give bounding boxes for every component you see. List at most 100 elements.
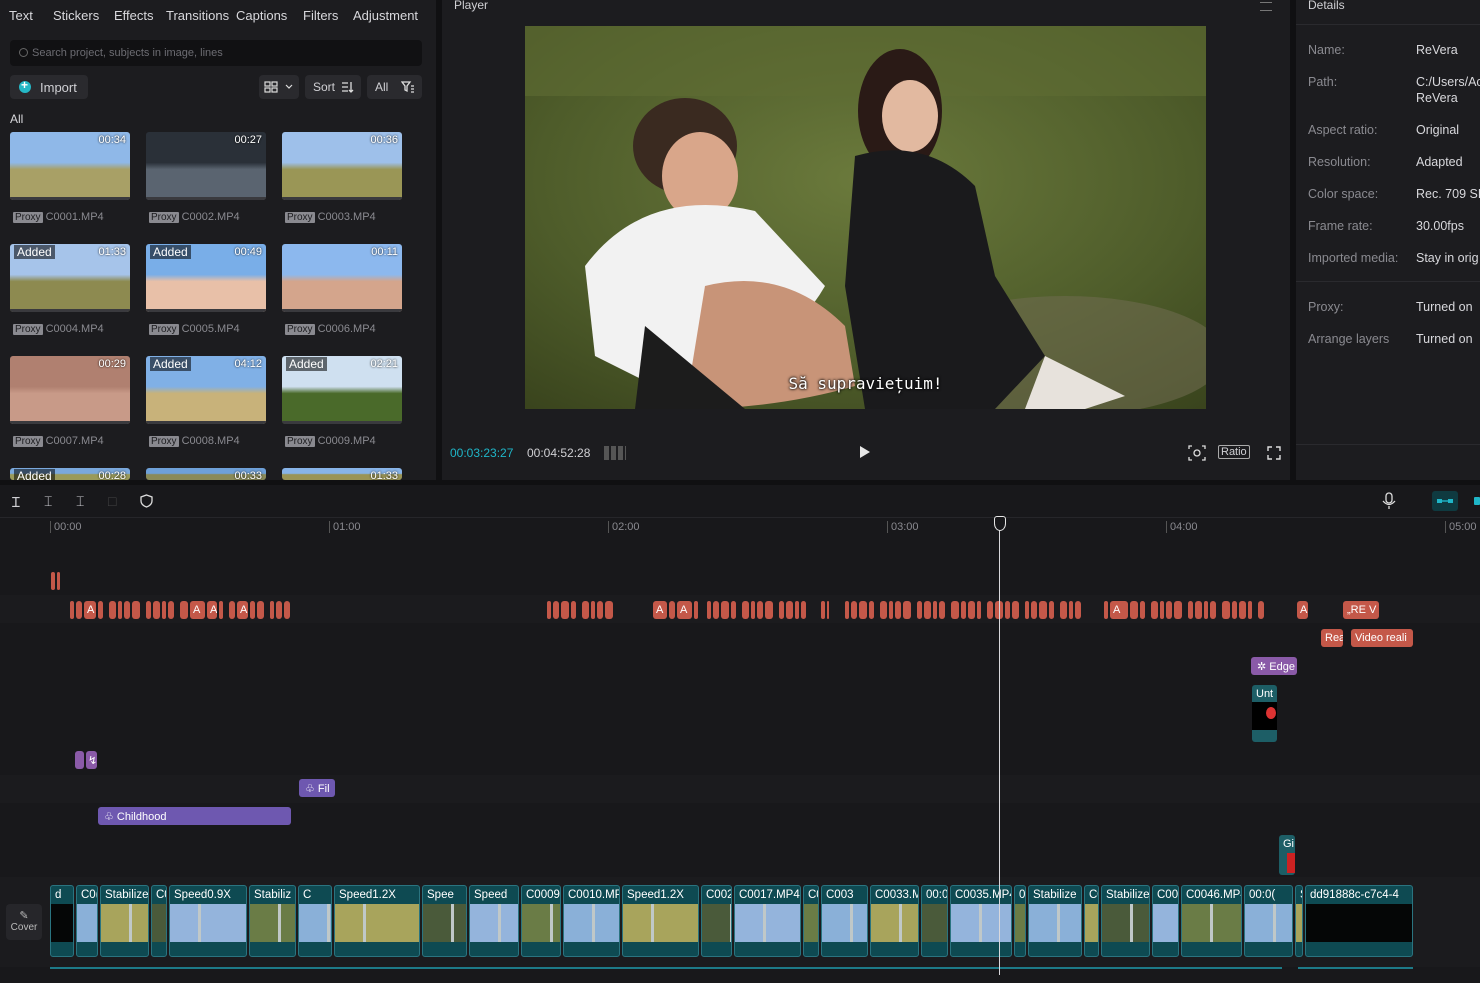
text-clip[interactable]	[132, 601, 140, 619]
text-clip[interactable]	[859, 601, 867, 619]
text-clip[interactable]	[168, 601, 174, 619]
text-clip[interactable]	[880, 601, 887, 619]
text-clip[interactable]	[933, 601, 937, 619]
video-clip[interactable]: Speed1.2X	[622, 885, 699, 957]
video-clip[interactable]: C0035.MP4	[950, 885, 1012, 957]
video-clip[interactable]: 0(	[1014, 885, 1026, 957]
overlay-clip[interactable]: Unt	[1252, 685, 1277, 742]
text-clip[interactable]	[109, 601, 116, 619]
text-clip[interactable]	[561, 601, 569, 619]
text-clip[interactable]	[713, 601, 719, 619]
linkage-toggle[interactable]	[1474, 497, 1480, 505]
text-clip[interactable]	[582, 601, 589, 619]
video-clip[interactable]: C0046.MP4	[1181, 885, 1242, 957]
text-clip[interactable]	[153, 601, 160, 619]
media-search-input[interactable]: Search project, subjects in image, lines	[10, 40, 422, 66]
text-clip[interactable]	[1012, 601, 1019, 619]
text-clip[interactable]	[250, 601, 255, 619]
filter-clip-childhood[interactable]: ♧ Childhood	[98, 807, 291, 825]
text-clip[interactable]	[1174, 601, 1182, 619]
timecode-format-icon[interactable]	[604, 446, 626, 460]
video-clip[interactable]: C0033.MP4	[870, 885, 919, 957]
video-clip[interactable]: C0010.MP4	[563, 885, 620, 957]
main-track-magnet-toggle[interactable]	[1432, 491, 1458, 511]
text-clip[interactable]	[571, 601, 576, 619]
video-clip[interactable]: C0009.I	[521, 885, 561, 957]
text-clip[interactable]	[707, 601, 711, 619]
video-preview[interactable]: Să supraviețuim!	[525, 26, 1206, 409]
text-clip[interactable]	[98, 601, 103, 619]
text-clip[interactable]: A	[207, 601, 217, 619]
microphone-icon[interactable]	[1382, 492, 1396, 510]
tab-filters[interactable]: Filters	[303, 8, 338, 23]
video-clip[interactable]: Spee	[422, 885, 467, 957]
text-clip[interactable]	[917, 601, 922, 619]
text-clip[interactable]	[547, 601, 551, 619]
text-clip[interactable]	[1025, 601, 1029, 619]
zoom-fit-icon[interactable]	[1187, 444, 1207, 462]
text-clip[interactable]	[597, 601, 603, 619]
text-clip[interactable]: Video reali	[1351, 629, 1413, 647]
video-clip[interactable]: Stabilize	[1101, 885, 1150, 957]
text-clip[interactable]	[939, 601, 945, 619]
import-button[interactable]: Import	[10, 75, 88, 99]
media-thumbnail[interactable]: 00:49 Added	[146, 244, 266, 312]
video-clip[interactable]: C00	[1152, 885, 1179, 957]
media-thumbnail[interactable]: 01:33	[282, 468, 402, 480]
text-clip[interactable]	[801, 601, 806, 619]
text-clip[interactable]	[1140, 601, 1145, 619]
text-clip[interactable]	[779, 601, 784, 619]
text-clip[interactable]	[765, 601, 773, 619]
text-clip[interactable]	[229, 601, 235, 619]
text-clip[interactable]	[786, 601, 793, 619]
ratio-button[interactable]: Ratio	[1218, 445, 1250, 459]
video-clip[interactable]: C003	[821, 885, 868, 957]
video-clip[interactable]: C0(	[76, 885, 98, 957]
text-clip[interactable]	[1031, 601, 1037, 619]
video-clip[interactable]: St	[1295, 885, 1303, 957]
text-clip[interactable]	[1069, 601, 1073, 619]
text-clip[interactable]	[51, 572, 55, 590]
text-clip[interactable]	[591, 601, 595, 619]
media-thumbnail[interactable]: 00:36	[282, 132, 402, 200]
text-clip[interactable]	[1160, 601, 1164, 619]
video-clip[interactable]: C	[298, 885, 332, 957]
text-clip[interactable]: A	[237, 601, 248, 619]
text-clip[interactable]	[968, 601, 975, 619]
split-icon[interactable]: ⌶	[44, 493, 52, 510]
text-clip[interactable]	[124, 601, 130, 619]
text-clip[interactable]	[219, 601, 223, 619]
text-clip[interactable]	[869, 601, 874, 619]
split-right-icon[interactable]: ⌶	[76, 493, 84, 510]
video-clip[interactable]: Speed	[469, 885, 519, 957]
text-clip[interactable]	[694, 601, 698, 619]
tab-text[interactable]: Text	[9, 8, 33, 23]
view-mode-button[interactable]	[259, 75, 299, 99]
text-clip[interactable]: Rea	[1321, 629, 1343, 647]
video-clip[interactable]: d	[50, 885, 74, 957]
text-clip[interactable]: A	[677, 601, 692, 619]
tab-stickers[interactable]: Stickers	[53, 8, 99, 23]
video-clip[interactable]: 00:0(	[1244, 885, 1293, 957]
text-clip[interactable]	[70, 601, 74, 619]
text-clip[interactable]	[1239, 601, 1246, 619]
text-clip[interactable]	[1075, 601, 1081, 619]
text-clip[interactable]	[180, 601, 188, 619]
video-clip[interactable]: C002	[701, 885, 732, 957]
text-clip[interactable]	[721, 601, 729, 619]
text-clip[interactable]	[1232, 601, 1237, 619]
media-thumbnail[interactable]: 00:33	[146, 468, 266, 480]
text-clip[interactable]	[757, 601, 763, 619]
media-thumbnail[interactable]: 00:34	[10, 132, 130, 200]
playhead-handle[interactable]	[994, 516, 1006, 531]
text-clip[interactable]	[1166, 601, 1172, 619]
text-clip[interactable]	[1222, 601, 1230, 619]
media-thumbnail[interactable]: 02:21 Added	[282, 356, 402, 424]
filter-clip[interactable]: ♧ Fil	[299, 779, 335, 797]
text-clip[interactable]	[553, 601, 559, 619]
video-clip[interactable]: dd91888c-c7c4-4	[1305, 885, 1413, 957]
text-clip[interactable]	[827, 601, 829, 619]
text-clip[interactable]	[270, 601, 274, 619]
video-clip[interactable]: Speed0.9X	[169, 885, 247, 957]
text-clip[interactable]	[731, 601, 736, 619]
